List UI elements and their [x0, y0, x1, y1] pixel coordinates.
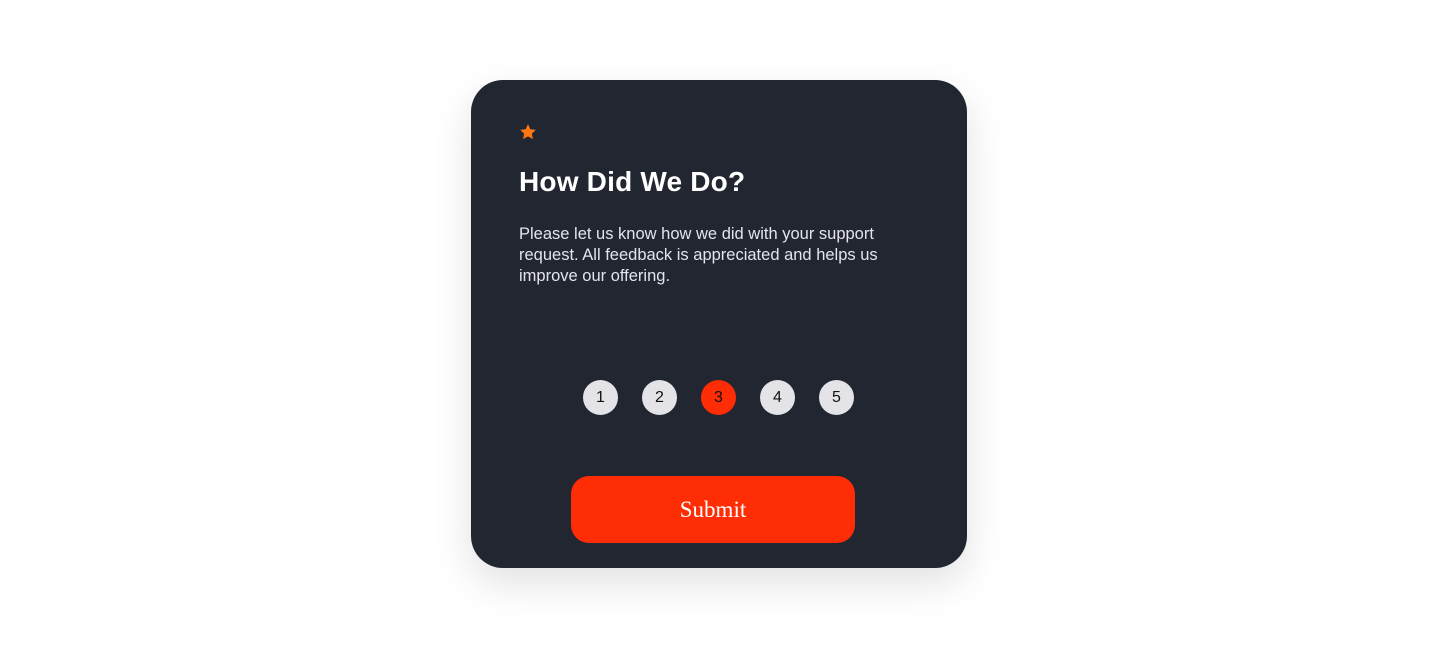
description: Please let us know how we did with your …: [519, 225, 878, 285]
rating-button-3[interactable]: 3: [701, 380, 736, 415]
star-icon: [520, 124, 536, 140]
feedback-card: How Did We Do? Please let us know how we…: [471, 80, 967, 568]
page-title: How Did We Do?: [519, 166, 746, 197]
rating-button-4[interactable]: 4: [760, 380, 795, 415]
rating-button-1[interactable]: 1: [583, 380, 618, 415]
rating-button-2[interactable]: 2: [642, 380, 677, 415]
rating-group: 1 2 3 4 5: [583, 380, 854, 415]
submit-button[interactable]: Submit: [571, 476, 855, 543]
rating-button-5[interactable]: 5: [819, 380, 854, 415]
